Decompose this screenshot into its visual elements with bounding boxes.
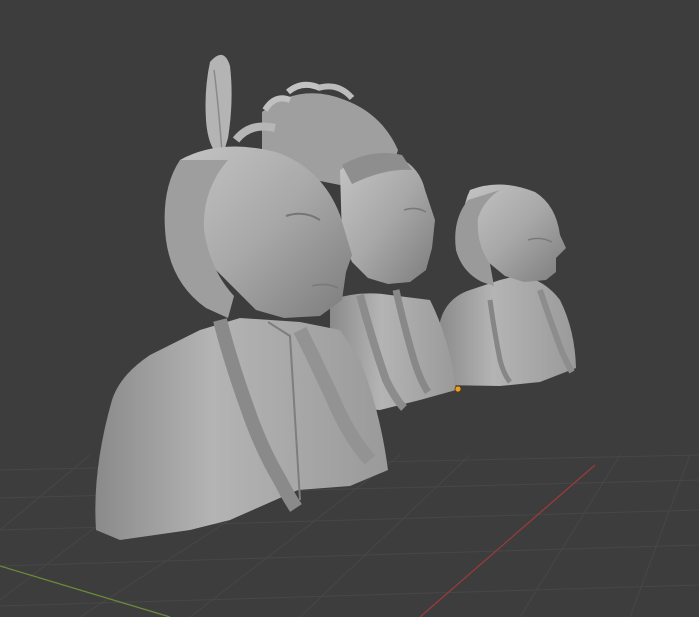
y-axis-line <box>419 464 596 617</box>
bust-far[interactable] <box>438 184 576 386</box>
x-axis-line <box>0 565 171 617</box>
viewport-scene <box>0 54 699 617</box>
3d-viewport[interactable] <box>0 0 699 617</box>
origin-point[interactable] <box>454 385 462 393</box>
